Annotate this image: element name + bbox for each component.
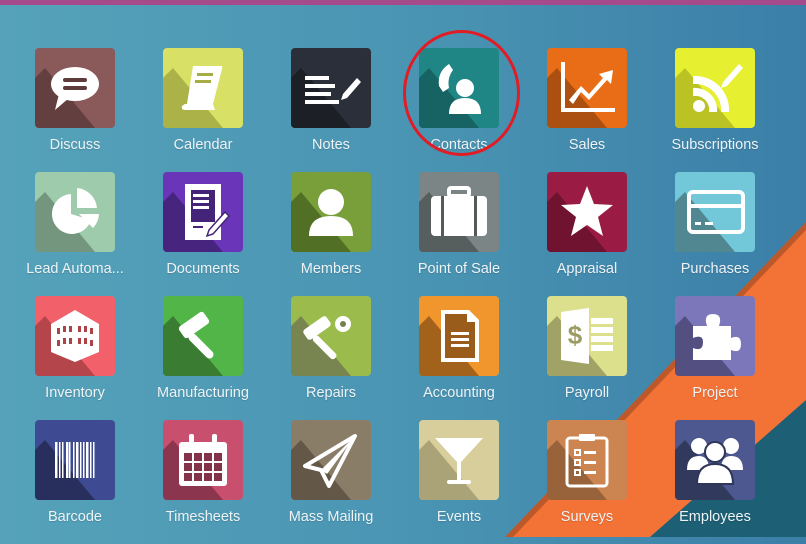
credit-card-icon <box>675 190 745 252</box>
app-subscriptions[interactable]: Subscriptions <box>651 48 779 172</box>
pie-chart-icon <box>35 188 99 252</box>
app-tile[interactable] <box>163 296 243 376</box>
app-calendar[interactable]: Calendar <box>139 48 267 172</box>
app-tile[interactable] <box>163 172 243 252</box>
paper-plane-icon <box>291 434 357 500</box>
app-label: Employees <box>679 509 751 525</box>
app-label: Discuss <box>49 137 101 153</box>
app-tile[interactable] <box>675 48 755 128</box>
app-label: Calendar <box>173 137 233 153</box>
app-label: Timesheets <box>165 509 241 525</box>
app-surveys[interactable]: Surveys <box>523 420 651 544</box>
app-payroll[interactable]: $ Payroll <box>523 296 651 420</box>
app-label: Events <box>436 509 482 525</box>
app-label: Surveys <box>560 509 614 525</box>
warehouse-icon <box>35 310 99 376</box>
app-tile[interactable] <box>547 48 627 128</box>
app-label: Mass Mailing <box>288 509 374 525</box>
barcode-icon <box>35 440 95 500</box>
app-tile[interactable] <box>675 420 755 500</box>
app-label: Documents <box>166 261 240 277</box>
app-label: Manufacturing <box>157 385 249 401</box>
app-timesheets[interactable]: Timesheets <box>139 420 267 544</box>
app-label: Accounting <box>423 385 495 401</box>
app-label: Sales <box>568 137 606 153</box>
puzzle-icon <box>675 314 741 376</box>
app-tile[interactable] <box>35 296 115 376</box>
app-members[interactable]: Members <box>267 172 395 296</box>
briefcase-icon <box>419 186 487 252</box>
app-lead-automa[interactable]: Lead Automa... <box>11 172 139 296</box>
svg-text:$: $ <box>568 320 583 350</box>
app-label: Appraisal <box>556 261 618 277</box>
top-navbar <box>0 0 806 5</box>
app-tile[interactable] <box>163 48 243 128</box>
app-label: Contacts <box>430 137 488 153</box>
app-accounting[interactable]: Accounting <box>395 296 523 420</box>
phone-person-icon <box>419 64 481 128</box>
app-label: Point of Sale <box>417 261 501 277</box>
star-icon <box>547 186 613 252</box>
app-project[interactable]: Project <box>651 296 779 420</box>
app-tile[interactable] <box>547 172 627 252</box>
speech-bubble-icon <box>35 67 99 128</box>
app-tile[interactable] <box>291 172 371 252</box>
app-employees[interactable]: Employees <box>651 420 779 544</box>
app-grid: Discuss Calendar Notes Contacts Sales Su… <box>0 0 806 537</box>
app-events[interactable]: Events <box>395 420 523 544</box>
document-pencil-icon <box>163 184 231 252</box>
rss-pencil-icon <box>675 64 743 128</box>
app-discuss[interactable]: Discuss <box>11 48 139 172</box>
app-tile[interactable] <box>675 296 755 376</box>
app-contacts[interactable]: Contacts <box>395 48 523 172</box>
hammer-gear-icon <box>291 316 351 376</box>
app-documents[interactable]: Documents <box>139 172 267 296</box>
app-tile[interactable] <box>419 172 499 252</box>
notepad-pencil-icon <box>291 68 361 128</box>
app-barcode[interactable]: Barcode <box>11 420 139 544</box>
app-mass-mailing[interactable]: Mass Mailing <box>267 420 395 544</box>
app-tile[interactable] <box>35 48 115 128</box>
app-purchases[interactable]: Purchases <box>651 172 779 296</box>
app-tile[interactable] <box>419 420 499 500</box>
app-label: Subscriptions <box>671 137 759 153</box>
cocktail-glass-icon <box>419 438 483 500</box>
app-tile[interactable] <box>675 172 755 252</box>
app-inventory[interactable]: Inventory <box>11 296 139 420</box>
calendar-grid-icon <box>163 434 227 500</box>
app-point-of-sale[interactable]: Point of Sale <box>395 172 523 296</box>
clipboard-checklist-icon <box>547 434 609 500</box>
app-tile[interactable] <box>35 172 115 252</box>
app-tile[interactable] <box>291 48 371 128</box>
app-appraisal[interactable]: Appraisal <box>523 172 651 296</box>
app-tile[interactable]: $ <box>547 296 627 376</box>
app-tile[interactable] <box>547 420 627 500</box>
hammer-icon <box>163 311 223 376</box>
book-icon <box>163 66 223 128</box>
payslip-icon: $ <box>547 308 613 376</box>
app-label: Project <box>692 385 738 401</box>
app-tile[interactable] <box>419 48 499 128</box>
app-tile[interactable] <box>419 296 499 376</box>
app-tile[interactable] <box>291 420 371 500</box>
app-notes[interactable]: Notes <box>267 48 395 172</box>
app-manufacturing[interactable]: Manufacturing <box>139 296 267 420</box>
app-label: Members <box>300 261 362 277</box>
app-sales[interactable]: Sales <box>523 48 651 172</box>
person-icon <box>291 189 353 252</box>
app-repairs[interactable]: Repairs <box>267 296 395 420</box>
app-tile[interactable] <box>291 296 371 376</box>
app-label: Payroll <box>564 385 610 401</box>
app-tile[interactable] <box>35 420 115 500</box>
app-label: Lead Automa... <box>26 261 124 277</box>
trend-chart-icon <box>547 62 615 128</box>
app-label: Notes <box>312 137 350 153</box>
app-tile[interactable] <box>163 420 243 500</box>
app-label: Repairs <box>306 385 356 401</box>
group-people-icon <box>675 438 743 500</box>
invoice-icon <box>419 310 479 376</box>
app-label: Purchases <box>680 261 750 277</box>
app-label: Barcode <box>47 509 102 525</box>
app-label: Inventory <box>45 385 105 401</box>
